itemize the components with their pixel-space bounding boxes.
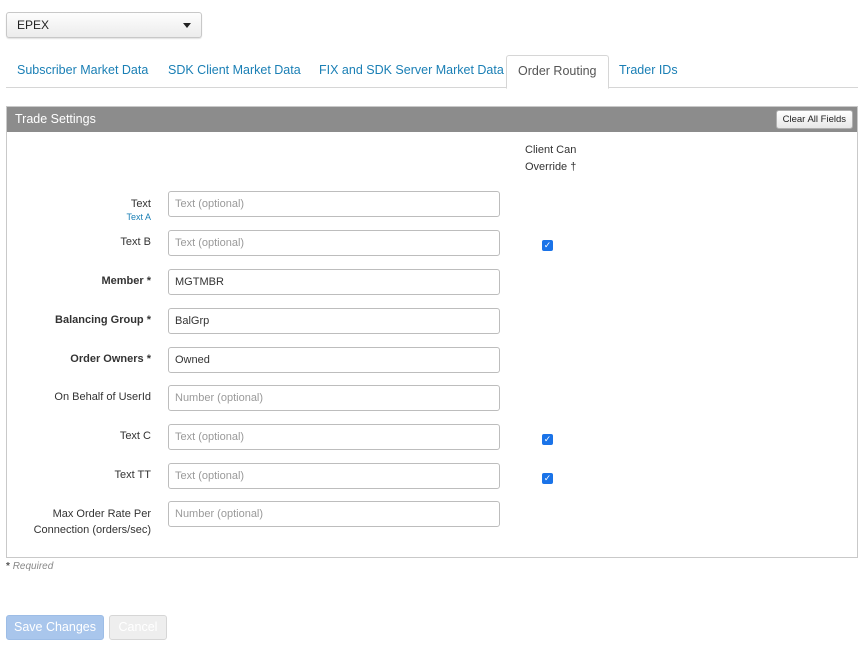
required-note-text: Required xyxy=(12,561,54,572)
max-order-rate-input[interactable] xyxy=(168,501,500,527)
panel-title: Trade Settings xyxy=(15,112,96,126)
exchange-dropdown-value: EPEX xyxy=(17,18,50,32)
override-column-header: Client Can Override † xyxy=(525,142,576,176)
text-c-input[interactable] xyxy=(168,424,500,450)
field-label-text-main: Text xyxy=(130,198,151,210)
checkmark-icon: ✓ xyxy=(543,240,552,250)
tab-sdk-client-market-data[interactable]: SDK Client Market Data xyxy=(157,55,312,88)
field-label-order-owners: Order Owners * xyxy=(70,353,151,365)
checkmark-icon: ✓ xyxy=(543,473,552,483)
field-label-text-c: Text C xyxy=(119,430,151,442)
text-tt-input[interactable] xyxy=(168,463,500,489)
override-checkbox-text-tt[interactable]: ✓ xyxy=(542,473,553,484)
tab-trader-ids[interactable]: Trader IDs xyxy=(608,55,689,88)
checkmark-icon: ✓ xyxy=(543,434,552,444)
field-label-max-order-rate: Max Order Rate Per Connection (orders/se… xyxy=(34,506,151,538)
override-header-line1: Client Can xyxy=(525,144,577,156)
field-label-text: Text Text A xyxy=(126,196,151,223)
field-label-text-tt: Text TT xyxy=(114,469,151,481)
save-changes-button[interactable]: Save Changes xyxy=(6,615,104,640)
text-b-input[interactable] xyxy=(168,230,500,256)
clear-all-fields-button[interactable]: Clear All Fields xyxy=(775,110,853,129)
order-owners-input[interactable] xyxy=(168,347,500,373)
field-label-balancing-group: Balancing Group * xyxy=(55,314,151,326)
cancel-button[interactable]: Cancel xyxy=(109,615,167,640)
override-header-line2: Override † xyxy=(525,161,577,173)
field-label-text-b: Text B xyxy=(120,236,151,248)
field-label-member: Member * xyxy=(101,275,151,287)
field-label-max-order-rate-line1: Max Order Rate Per xyxy=(52,508,151,520)
text-input[interactable] xyxy=(168,191,500,217)
required-note: * Required xyxy=(6,561,53,572)
chevron-down-icon xyxy=(183,22,191,28)
field-sublabel-text-a: Text A xyxy=(126,212,151,222)
required-star: * xyxy=(6,561,10,572)
tab-bar: Subscriber Market Data SDK Client Market… xyxy=(6,55,858,89)
tab-subscriber-market-data[interactable]: Subscriber Market Data xyxy=(6,55,159,88)
exchange-dropdown[interactable]: EPEX xyxy=(6,12,202,38)
field-label-on-behalf-of-userid: On Behalf of UserId xyxy=(54,391,151,403)
field-label-max-order-rate-line2: Connection (orders/sec) xyxy=(33,524,151,536)
override-checkbox-text-c[interactable]: ✓ xyxy=(542,434,553,445)
override-checkbox-text-b[interactable]: ✓ xyxy=(542,240,553,251)
member-input[interactable] xyxy=(168,269,500,295)
tab-fix-sdk-server-market-data[interactable]: FIX and SDK Server Market Data xyxy=(308,55,515,88)
balancing-group-input[interactable] xyxy=(168,308,500,334)
panel-header: Trade Settings Clear All Fields xyxy=(7,107,857,132)
tab-order-routing[interactable]: Order Routing xyxy=(506,55,609,89)
trade-settings-panel: Trade Settings Clear All Fields Client C… xyxy=(6,106,858,558)
on-behalf-of-userid-input[interactable] xyxy=(168,385,500,411)
